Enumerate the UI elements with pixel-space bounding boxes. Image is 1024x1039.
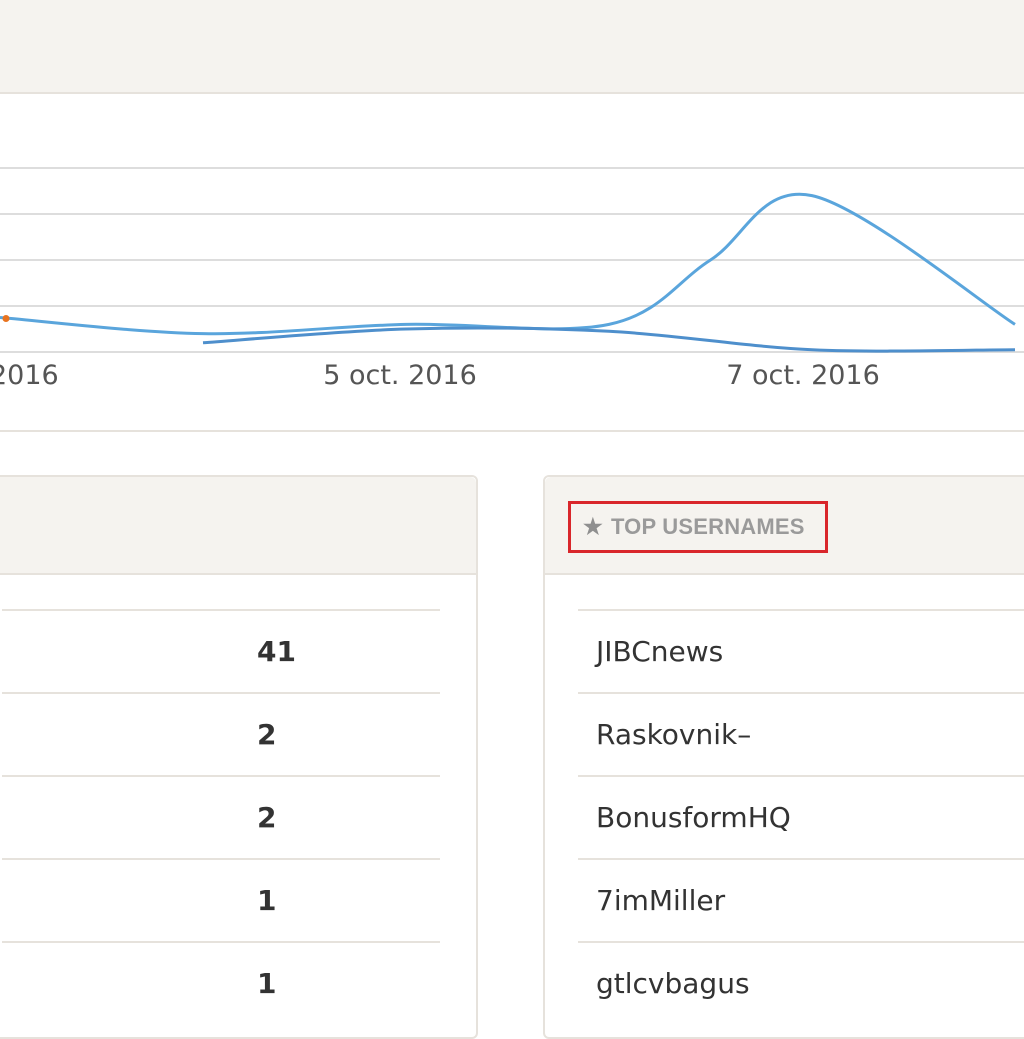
- panel-title-text: TOP USERNAMES: [610, 514, 805, 539]
- row-count: 1: [257, 884, 277, 917]
- x-tick-label: 7 oct. 2016: [726, 360, 880, 391]
- activity-chart: 2016 5 oct. 2016 7 oct. 2016: [0, 94, 1024, 432]
- row-count: 1: [257, 967, 277, 1000]
- table-row: 2: [2, 775, 440, 858]
- panel-header: ★ TOP USERNAMES: [545, 477, 1024, 575]
- x-tick-label: 5 oct. 2016: [323, 360, 477, 391]
- activity-line-chart: 2016 5 oct. 2016 7 oct. 2016: [0, 167, 1024, 391]
- username-link[interactable]: BonusformHQ: [596, 801, 791, 834]
- row-count: 41: [257, 635, 296, 668]
- row-count: 2: [257, 718, 277, 751]
- row-count: 2: [257, 801, 277, 834]
- username-list: JIBCnews Raskovnik– BonusformHQ 7imMille…: [545, 609, 1024, 1024]
- x-tick-label: 2016: [0, 360, 59, 391]
- top-counts-panel: 41 2 2 1 1: [0, 475, 478, 1039]
- count-list: 41 2 2 1 1: [0, 609, 476, 1024]
- list-item[interactable]: Raskovnik–: [578, 692, 1024, 775]
- username-link[interactable]: 7imMiller: [596, 884, 725, 917]
- star-icon: ★: [583, 514, 603, 539]
- username-link[interactable]: gtlcvbagus: [596, 967, 750, 1000]
- series-line-2: [202, 326, 1016, 353]
- panel-title: ★ TOP USERNAMES: [568, 501, 828, 553]
- page-header-band: [0, 0, 1024, 94]
- table-row: 1: [2, 941, 440, 1024]
- username-link[interactable]: Raskovnik–: [596, 718, 751, 751]
- list-item[interactable]: 7imMiller: [578, 858, 1024, 941]
- table-row: 41: [2, 609, 440, 692]
- table-row: 1: [2, 858, 440, 941]
- username-link[interactable]: JIBCnews: [596, 635, 723, 668]
- series-line-1: [0, 192, 1016, 336]
- top-usernames-panel: ★ TOP USERNAMES JIBCnews Raskovnik– Bonu…: [543, 475, 1024, 1039]
- panel-header: [0, 477, 476, 575]
- table-row: 2: [2, 692, 440, 775]
- list-item[interactable]: BonusformHQ: [578, 775, 1024, 858]
- list-item[interactable]: gtlcvbagus: [578, 941, 1024, 1024]
- list-item[interactable]: JIBCnews: [578, 609, 1024, 692]
- data-point-marker: [2, 315, 10, 322]
